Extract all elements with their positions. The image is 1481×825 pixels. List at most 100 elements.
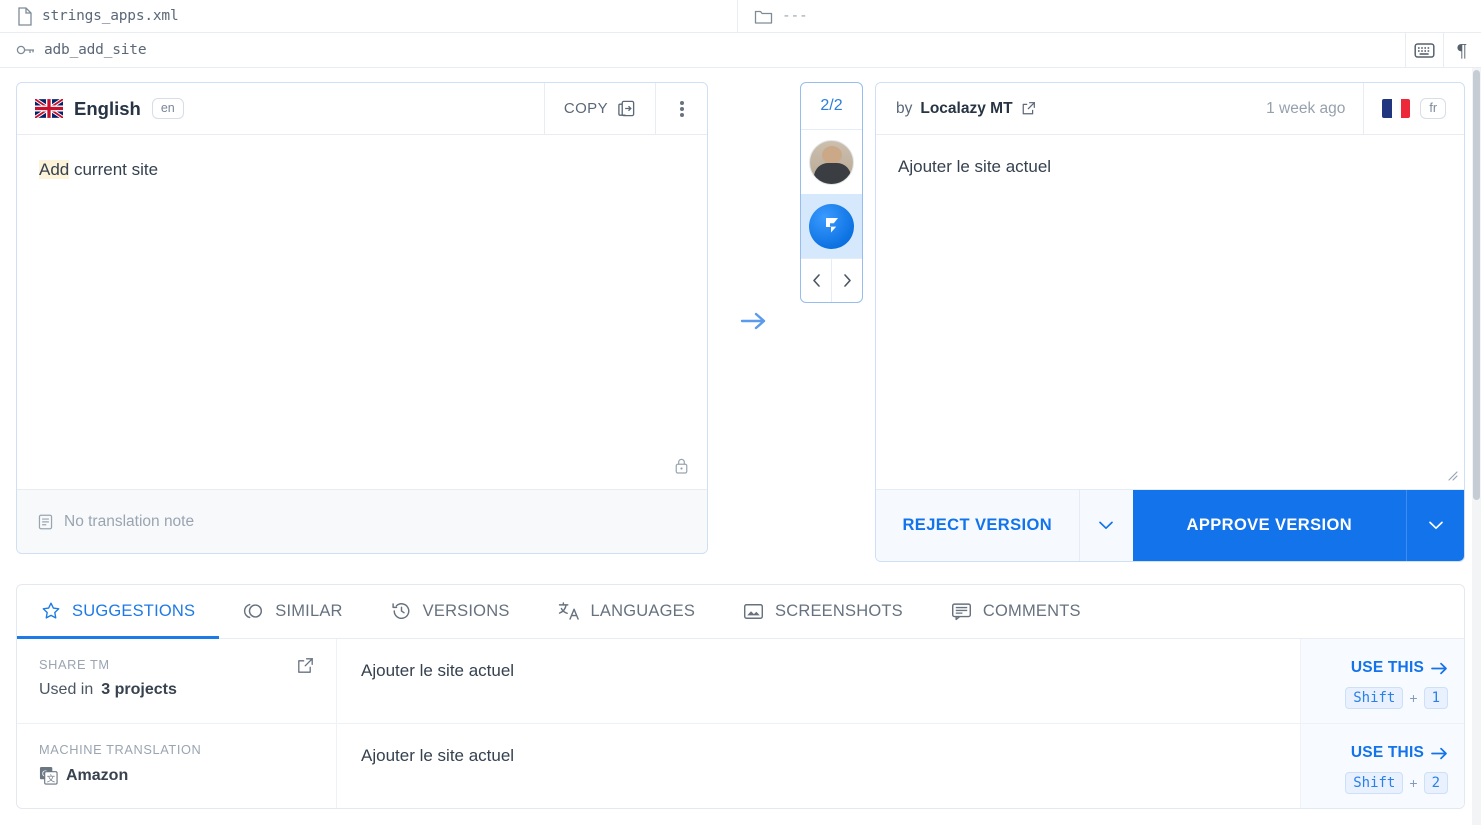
show-whitespace-button[interactable]: ¶ <box>1443 33 1481 67</box>
user-avatar <box>809 140 854 185</box>
svg-text:文: 文 <box>47 773 56 784</box>
translate-icon <box>558 601 580 621</box>
use-this-label: USE THIS <box>1351 744 1424 762</box>
version-prev-button[interactable] <box>801 259 832 302</box>
note-icon <box>37 513 54 531</box>
tab-suggestions-label: SUGGESTIONS <box>72 602 195 621</box>
suggestion-source-sub-prefix: Used in <box>39 681 93 699</box>
source-menu-button[interactable] <box>655 83 707 135</box>
source-language-code: en <box>152 98 184 119</box>
use-this-button[interactable]: USE THIS <box>1351 744 1448 762</box>
tab-languages[interactable]: LANGUAGES <box>534 586 720 639</box>
key-icon <box>16 43 35 58</box>
external-link-icon[interactable] <box>297 657 314 674</box>
tab-suggestions[interactable]: SUGGESTIONS <box>17 586 219 639</box>
approve-version-menu-button[interactable] <box>1406 490 1464 561</box>
version-avatar-localazy-mt[interactable] <box>801 194 862 258</box>
tab-similar-label: SIMILAR <box>275 602 342 621</box>
translation-author-name: Localazy MT <box>920 100 1012 118</box>
suggestion-row: MACHINE TRANSLATION G文 Amazon Ajouter le… <box>17 724 1464 808</box>
use-this-label: USE THIS <box>1351 659 1424 677</box>
tab-versions-label: VERSIONS <box>423 602 510 621</box>
shortcut-key: 2 <box>1424 772 1448 794</box>
translation-timestamp: 1 week ago <box>1266 100 1363 118</box>
tab-comments[interactable]: COMMENTS <box>927 586 1105 639</box>
key-bar-tools: ¶ <box>1405 33 1481 67</box>
folder-cell[interactable]: --- <box>738 0 1481 32</box>
shortcut-modifier-key: Shift <box>1345 687 1403 709</box>
source-text[interactable]: Add current site <box>17 135 707 489</box>
translation-actions: REJECT VERSION APPROVE VERSION <box>876 489 1464 561</box>
use-this-button[interactable]: USE THIS <box>1351 659 1448 677</box>
source-text-highlight: Add <box>39 160 69 179</box>
translation-note-row[interactable]: No translation note <box>17 489 707 553</box>
version-counter: 2/2 <box>801 83 862 130</box>
resize-grip-icon[interactable] <box>1445 468 1458 481</box>
page-scrollbar-thumb[interactable] <box>1473 70 1480 500</box>
editor-area: English en COPY Add current site <box>0 68 1481 562</box>
svg-text:¶: ¶ <box>1456 41 1467 60</box>
detail-panel: SUGGESTIONS SIMILAR VERSIONS LANGUAGES <box>16 584 1465 809</box>
translate-badge-icon: G文 <box>39 766 58 785</box>
keyboard-icon <box>1414 42 1435 59</box>
shortcut-modifier-key: Shift <box>1345 772 1403 794</box>
shortcut-key: 1 <box>1424 687 1448 709</box>
file-cell[interactable]: strings_apps.xml <box>0 0 738 32</box>
chevron-down-icon <box>1098 520 1114 531</box>
external-link-icon[interactable] <box>1021 101 1036 116</box>
suggestion-use-cell: USE THIS Shift + 2 <box>1300 724 1464 808</box>
suggestion-source: SHARE TM Used in 3 projects <box>17 639 337 723</box>
suggestion-text[interactable]: Ajouter le site actuel <box>337 639 1300 723</box>
suggestion-source-sub-strong: 3 projects <box>101 681 177 699</box>
pilcrow-icon: ¶ <box>1455 41 1471 60</box>
copy-direction-arrow[interactable] <box>708 82 800 332</box>
copy-button-label: COPY <box>564 100 608 117</box>
translation-panel: by Localazy MT 1 week ago fr Ajouter le … <box>875 82 1465 562</box>
tab-comments-label: COMMENTS <box>983 602 1081 621</box>
localazy-mt-avatar <box>809 204 854 249</box>
tab-versions[interactable]: VERSIONS <box>367 586 534 639</box>
kebab-menu-icon <box>680 99 684 119</box>
approve-version-button[interactable]: APPROVE VERSION <box>1133 490 1406 561</box>
arrow-right-icon <box>1431 662 1448 675</box>
copy-button[interactable]: COPY <box>544 83 655 135</box>
tab-screenshots-label: SCREENSHOTS <box>775 602 903 621</box>
translation-input[interactable]: Ajouter le site actuel <box>876 135 1464 489</box>
version-avatar-user[interactable] <box>801 130 862 194</box>
folder-name: --- <box>782 8 808 24</box>
tab-similar[interactable]: SIMILAR <box>219 586 366 639</box>
use-this-shortcut: Shift + 2 <box>1301 772 1448 794</box>
source-panel: English en COPY Add current site <box>16 82 708 554</box>
similar-circles-icon <box>243 601 264 621</box>
version-next-button[interactable] <box>832 259 862 302</box>
keyboard-shortcuts-button[interactable] <box>1405 33 1443 67</box>
translation-header: by Localazy MT 1 week ago fr <box>876 83 1464 135</box>
chevron-left-icon <box>811 273 822 288</box>
translation-author-prefix: by <box>896 100 912 118</box>
translation-author: by Localazy MT <box>876 100 1266 118</box>
file-name: strings_apps.xml <box>42 8 178 24</box>
shortcut-plus: + <box>1409 690 1417 706</box>
suggestion-text[interactable]: Ajouter le site actuel <box>337 724 1300 808</box>
suggestion-use-cell: USE THIS Shift + 1 <box>1300 639 1464 723</box>
suggestion-source-label: SHARE TM <box>39 657 316 672</box>
version-nav <box>801 258 862 302</box>
key-cell[interactable]: adb_add_site <box>0 42 1405 58</box>
reject-version-button[interactable]: REJECT VERSION <box>876 490 1079 561</box>
translation-note-text: No translation note <box>64 513 194 531</box>
suggestion-source-label: MACHINE TRANSLATION <box>39 742 316 757</box>
chevron-right-icon <box>842 273 853 288</box>
file-icon <box>16 7 33 26</box>
arrow-right-icon <box>1431 747 1448 760</box>
star-icon <box>41 601 61 621</box>
suggestion-source-sub: G文 Amazon <box>39 766 316 785</box>
detail-tabs: SUGGESTIONS SIMILAR VERSIONS LANGUAGES <box>17 585 1464 639</box>
suggestion-row: SHARE TM Used in 3 projects Ajouter le s… <box>17 639 1464 724</box>
reject-version-menu-button[interactable] <box>1079 490 1133 561</box>
arrow-right-icon <box>740 310 768 332</box>
source-language-name: English <box>74 98 141 120</box>
version-strip: 2/2 <box>800 82 863 303</box>
history-clock-icon <box>391 601 412 621</box>
suggestion-source: MACHINE TRANSLATION G文 Amazon <box>17 724 337 808</box>
tab-screenshots[interactable]: SCREENSHOTS <box>719 586 927 639</box>
